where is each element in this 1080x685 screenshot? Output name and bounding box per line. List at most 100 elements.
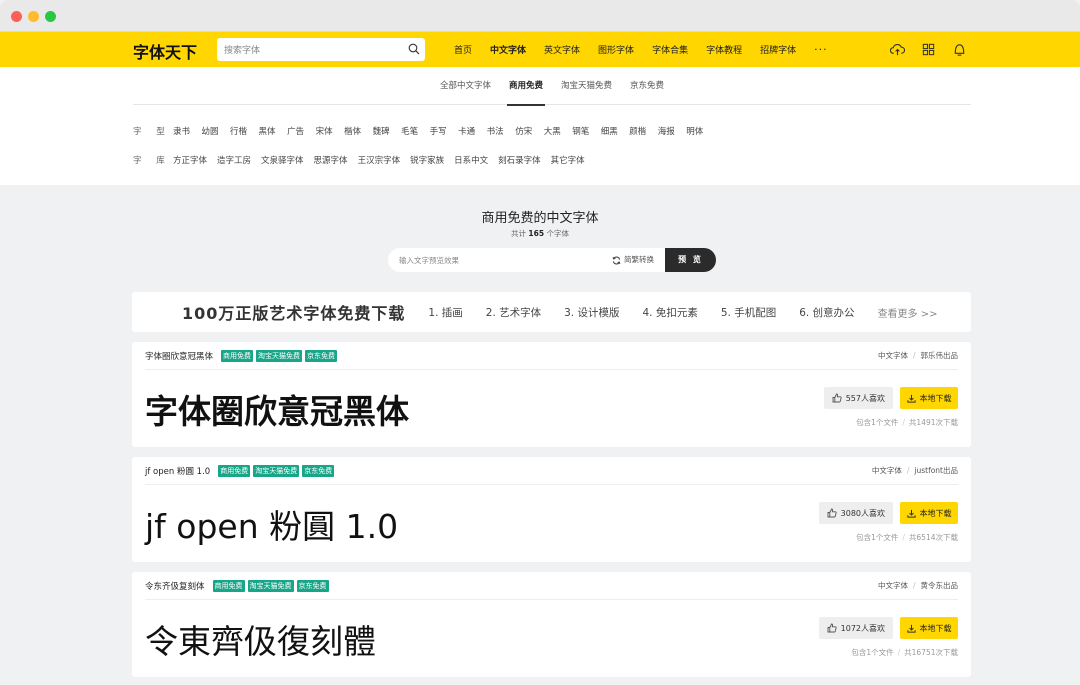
font-card-header: 令东齐伋复刻体 商用免费 淘宝天猫免费 京东免费 中文字体 / 黄令东出品 [145,572,958,600]
library-filter-item[interactable]: 其它字体 [551,154,585,166]
banner-item[interactable]: 5. 手机配图 [721,305,776,320]
font-author[interactable]: justfont出品 [914,466,958,475]
banner-title[interactable]: 100万正版艺术字体免费下载 [182,300,405,324]
type-filter-item[interactable]: 隶书 [173,125,190,137]
library-filter-label: 字 库 [133,156,171,166]
like-button[interactable]: 1072人喜欢 [818,617,893,639]
nav-link-sign-fonts[interactable]: 招牌字体 [760,43,796,56]
type-filter-item[interactable]: 幼圆 [202,125,219,137]
banner-more-link[interactable]: 查看更多 >> [878,305,938,320]
tab-commercial-free[interactable]: 商用免费 [506,67,546,106]
library-filter-item[interactable]: 方正字体 [173,154,207,166]
font-sample-preview[interactable]: 字体圈欣意冠黑体 [145,385,409,433]
font-meta: 中文字体 / 黄令东出品 [877,581,959,590]
type-filter-item[interactable]: 颜楷 [629,125,646,137]
tag-jd-free[interactable]: 京东免费 [302,464,335,477]
library-filter-item[interactable]: 思源字体 [314,154,348,166]
type-filter-item[interactable]: 手写 [430,125,447,137]
tag-jd-free[interactable]: 京东免费 [305,349,338,362]
type-filter-item[interactable]: 黑体 [259,125,276,137]
type-filter-item[interactable]: 明体 [686,125,703,137]
refresh-icon [612,255,621,265]
search-input[interactable] [217,39,397,63]
font-name-link[interactable]: 令东齐伋复刻体 [145,580,205,592]
preview-text-input[interactable] [399,248,599,272]
tab-all-chinese[interactable]: 全部中文字体 [440,67,491,105]
tag-commercial-free[interactable]: 商用免费 [221,349,254,362]
preview-button[interactable]: 预 览 [665,248,716,272]
font-author[interactable]: 郭乐伟出品 [921,351,959,360]
type-filter-item[interactable]: 海报 [658,125,675,137]
grid-icon[interactable] [921,42,936,57]
banner-item[interactable]: 1. 插画 [428,305,462,320]
site-logo[interactable]: 字体天下 [133,39,197,63]
type-filter-item[interactable]: 书法 [487,125,504,137]
promo-banner[interactable]: 100万正版艺术字体免费下载 1. 插画 2. 艺术字体 3. 设计模版 4. … [132,292,971,332]
library-filter-item[interactable]: 王汉宗字体 [358,154,401,166]
tag-jd-free[interactable]: 京东免费 [296,579,329,592]
search-icon[interactable] [408,43,420,55]
file-count: 包含1个文件 [856,418,899,427]
user-icon[interactable] [952,42,967,57]
download-count: 共16751次下载 [904,648,958,657]
banner-item[interactable]: 2. 艺术字体 [486,305,541,320]
font-sample-preview[interactable]: jf open 粉圓 1.0 [145,500,398,548]
font-category[interactable]: 中文字体 [878,351,908,360]
type-filter-item[interactable]: 细黑 [601,125,618,137]
tag-commercial-free[interactable]: 商用免费 [218,464,251,477]
type-filter-item[interactable]: 魏碑 [373,125,390,137]
font-name-link[interactable]: jf open 粉圓 1.0 [145,465,210,477]
type-filter-item[interactable]: 楷体 [344,125,361,137]
type-filter-item[interactable]: 行楷 [230,125,247,137]
font-author[interactable]: 黄令东出品 [921,581,959,590]
nav-link-english-fonts[interactable]: 英文字体 [544,43,580,56]
type-filter-item[interactable]: 钢笔 [572,125,589,137]
close-window-button[interactable] [11,11,22,22]
library-filter-item[interactable]: 刻石录字体 [498,154,541,166]
thumbs-up-icon [827,623,837,633]
tag-commercial-free[interactable]: 商用免费 [212,579,245,592]
tag-taobao-free[interactable]: 淘宝天猫免费 [253,464,300,477]
minimize-window-button[interactable] [28,11,39,22]
nav-link-chinese-fonts[interactable]: 中文字体 [490,43,526,56]
font-sample-preview[interactable]: 令東齊伋復刻體 [145,615,376,663]
type-filter-item[interactable]: 仿宋 [515,125,532,137]
type-filter-item[interactable]: 广告 [287,125,304,137]
tag-taobao-free[interactable]: 淘宝天猫免费 [256,349,303,362]
thumbs-up-icon [827,508,837,518]
nav-more-button[interactable]: ··· [814,43,828,56]
tab-jd-free[interactable]: 京东免费 [630,67,664,105]
banner-item[interactable]: 6. 创意办公 [799,305,854,320]
font-meta: 中文字体 / 郭乐伟出品 [877,351,959,360]
type-filter-item[interactable]: 毛笔 [401,125,418,137]
type-filter-item[interactable]: 大黑 [544,125,561,137]
font-name-link[interactable]: 字体圈欣意冠黑体 [145,350,213,362]
simplified-traditional-toggle[interactable]: 简繁转换 [612,248,654,272]
like-button[interactable]: 557人喜欢 [823,387,893,409]
library-filter-item[interactable]: 造字工房 [217,154,251,166]
tab-taobao-free[interactable]: 淘宝天猫免费 [561,67,612,105]
upload-icon[interactable] [890,42,905,57]
nav-link-font-collections[interactable]: 字体合集 [652,43,688,56]
banner-item[interactable]: 3. 设计模版 [564,305,619,320]
type-filter-item[interactable]: 卡通 [458,125,475,137]
nav-link-graphic-fonts[interactable]: 图形字体 [598,43,634,56]
local-download-button[interactable]: 本地下载 [900,387,958,409]
maximize-window-button[interactable] [45,11,56,22]
banner-item[interactable]: 4. 免扣元素 [642,305,697,320]
font-stats: 包含1个文件 / 共6514次下载 [856,533,958,542]
nav-link-font-tutorials[interactable]: 字体教程 [706,43,742,56]
local-download-button[interactable]: 本地下载 [900,617,958,639]
library-filter-item[interactable]: 日系中文 [454,154,488,166]
library-filter-item[interactable]: 文泉驿字体 [261,154,304,166]
local-download-button[interactable]: 本地下载 [900,502,958,524]
nav-link-home[interactable]: 首页 [454,43,472,56]
like-count: 557人喜欢 [845,393,885,403]
font-category[interactable]: 中文字体 [872,466,902,475]
type-filter-item[interactable]: 宋体 [316,125,333,137]
font-category[interactable]: 中文字体 [878,581,908,590]
tag-taobao-free[interactable]: 淘宝天猫免费 [247,579,294,592]
like-button[interactable]: 3080人喜欢 [818,502,893,524]
library-filter-item[interactable]: 锐字家族 [410,154,444,166]
font-count: 共计 165 个字体 [0,228,1080,239]
